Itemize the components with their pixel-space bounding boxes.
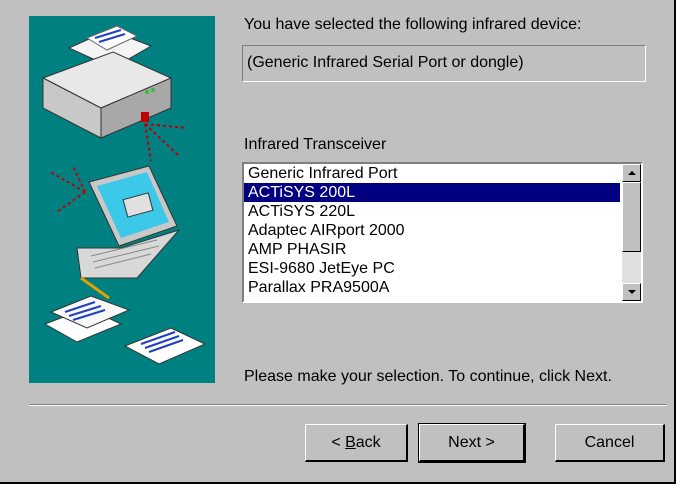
scroll-down-button[interactable]	[622, 283, 641, 301]
arrow-up-icon	[628, 171, 636, 175]
back-button[interactable]: < Back	[305, 424, 408, 462]
transceiver-listbox[interactable]: Generic Infrared Port ACTiSYS 200L ACTiS…	[242, 162, 643, 303]
vertical-scrollbar[interactable]	[622, 164, 641, 301]
transceiver-label: Infrared Transceiver	[244, 136, 387, 153]
transceiver-list: Generic Infrared Port ACTiSYS 200L ACTiS…	[244, 164, 620, 301]
wizard-illustration	[29, 16, 215, 383]
list-item-selected[interactable]: ACTiSYS 200L	[244, 183, 620, 202]
list-item[interactable]: AMP PHASIR	[244, 240, 620, 259]
printer-icon	[41, 25, 173, 139]
list-item[interactable]: ACTiSYS 220L	[244, 202, 620, 221]
list-item[interactable]: Generic Infrared Port	[244, 164, 620, 183]
back-button-prefix: <	[331, 434, 346, 451]
selected-device-label: You have selected the following infrared…	[244, 16, 582, 33]
documents-icon	[43, 276, 207, 365]
list-item[interactable]: ESI-9680 JetEye PC	[244, 259, 620, 278]
arrow-down-icon	[628, 290, 636, 294]
list-item[interactable]: Adaptec AIRport 2000	[244, 221, 620, 240]
next-button[interactable]: Next >	[418, 423, 526, 463]
wizard-dialog: You have selected the following infrared…	[0, 0, 676, 484]
scroll-thumb[interactable]	[622, 182, 641, 252]
instruction-text: Please make your selection. To continue,…	[244, 368, 612, 385]
back-button-accelerator: B	[345, 434, 356, 451]
separator	[30, 404, 666, 406]
back-button-rest: ack	[355, 434, 381, 451]
list-item[interactable]: Parallax PRA9500A	[244, 278, 620, 297]
cancel-button[interactable]: Cancel	[555, 424, 665, 462]
laptop-icon	[76, 165, 181, 279]
selected-device-field: (Generic Infrared Serial Port or dongle)	[242, 45, 646, 82]
scroll-up-button[interactable]	[622, 164, 641, 182]
